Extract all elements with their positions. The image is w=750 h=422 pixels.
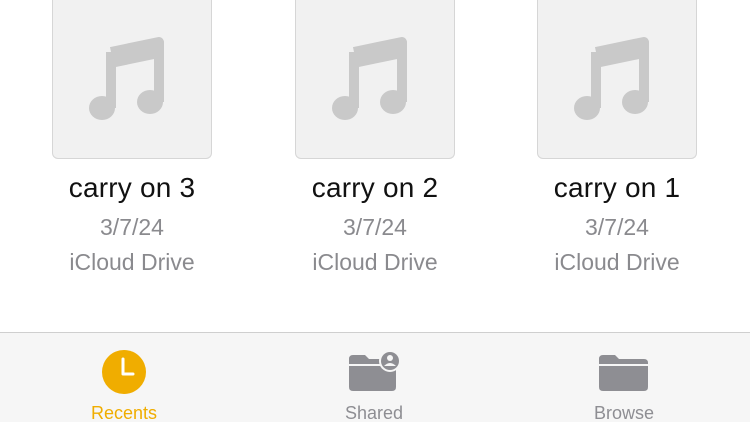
file-name: carry on 1 — [553, 172, 681, 203]
file-name: carry on 3 — [68, 172, 196, 203]
tab-bar: Recents Shared Browse — [0, 332, 750, 422]
tab-browse[interactable]: Browse — [524, 333, 724, 422]
file-location: iCloud Drive — [69, 249, 195, 275]
file-date: 3/7/24 — [100, 214, 164, 240]
file-item-carry-on-2[interactable]: carry on 2 3/7/24 iCloud Drive — [275, 0, 475, 300]
file-thumbnail[interactable] — [537, 0, 697, 159]
tab-shared[interactable]: Shared — [274, 333, 474, 422]
music-note-icon — [574, 37, 649, 120]
file-location: iCloud Drive — [312, 249, 438, 275]
file-grid: carry on 3 3/7/24 iCloud Drive carry on … — [0, 0, 750, 332]
file-date: 3/7/24 — [343, 214, 407, 240]
shared-folder-icon — [349, 350, 400, 391]
music-note-icon — [89, 37, 164, 120]
file-date: 3/7/24 — [585, 214, 649, 240]
tab-label: Recents — [90, 403, 158, 422]
file-item-carry-on-1[interactable]: carry on 1 3/7/24 iCloud Drive — [517, 0, 717, 300]
files-app-screen: carry on 3 3/7/24 iCloud Drive carry on … — [0, 0, 750, 422]
tab-recents[interactable]: Recents — [24, 333, 224, 422]
clock-icon — [102, 350, 146, 394]
file-name: carry on 2 — [311, 172, 439, 203]
music-note-icon — [332, 37, 407, 120]
tab-label: Shared — [344, 403, 404, 422]
file-thumbnail[interactable] — [52, 0, 212, 159]
file-thumbnail[interactable] — [295, 0, 455, 159]
tab-label: Browse — [593, 403, 655, 422]
folder-icon — [599, 355, 648, 391]
file-item-carry-on-3[interactable]: carry on 3 3/7/24 iCloud Drive — [32, 0, 232, 300]
file-location: iCloud Drive — [554, 249, 680, 275]
